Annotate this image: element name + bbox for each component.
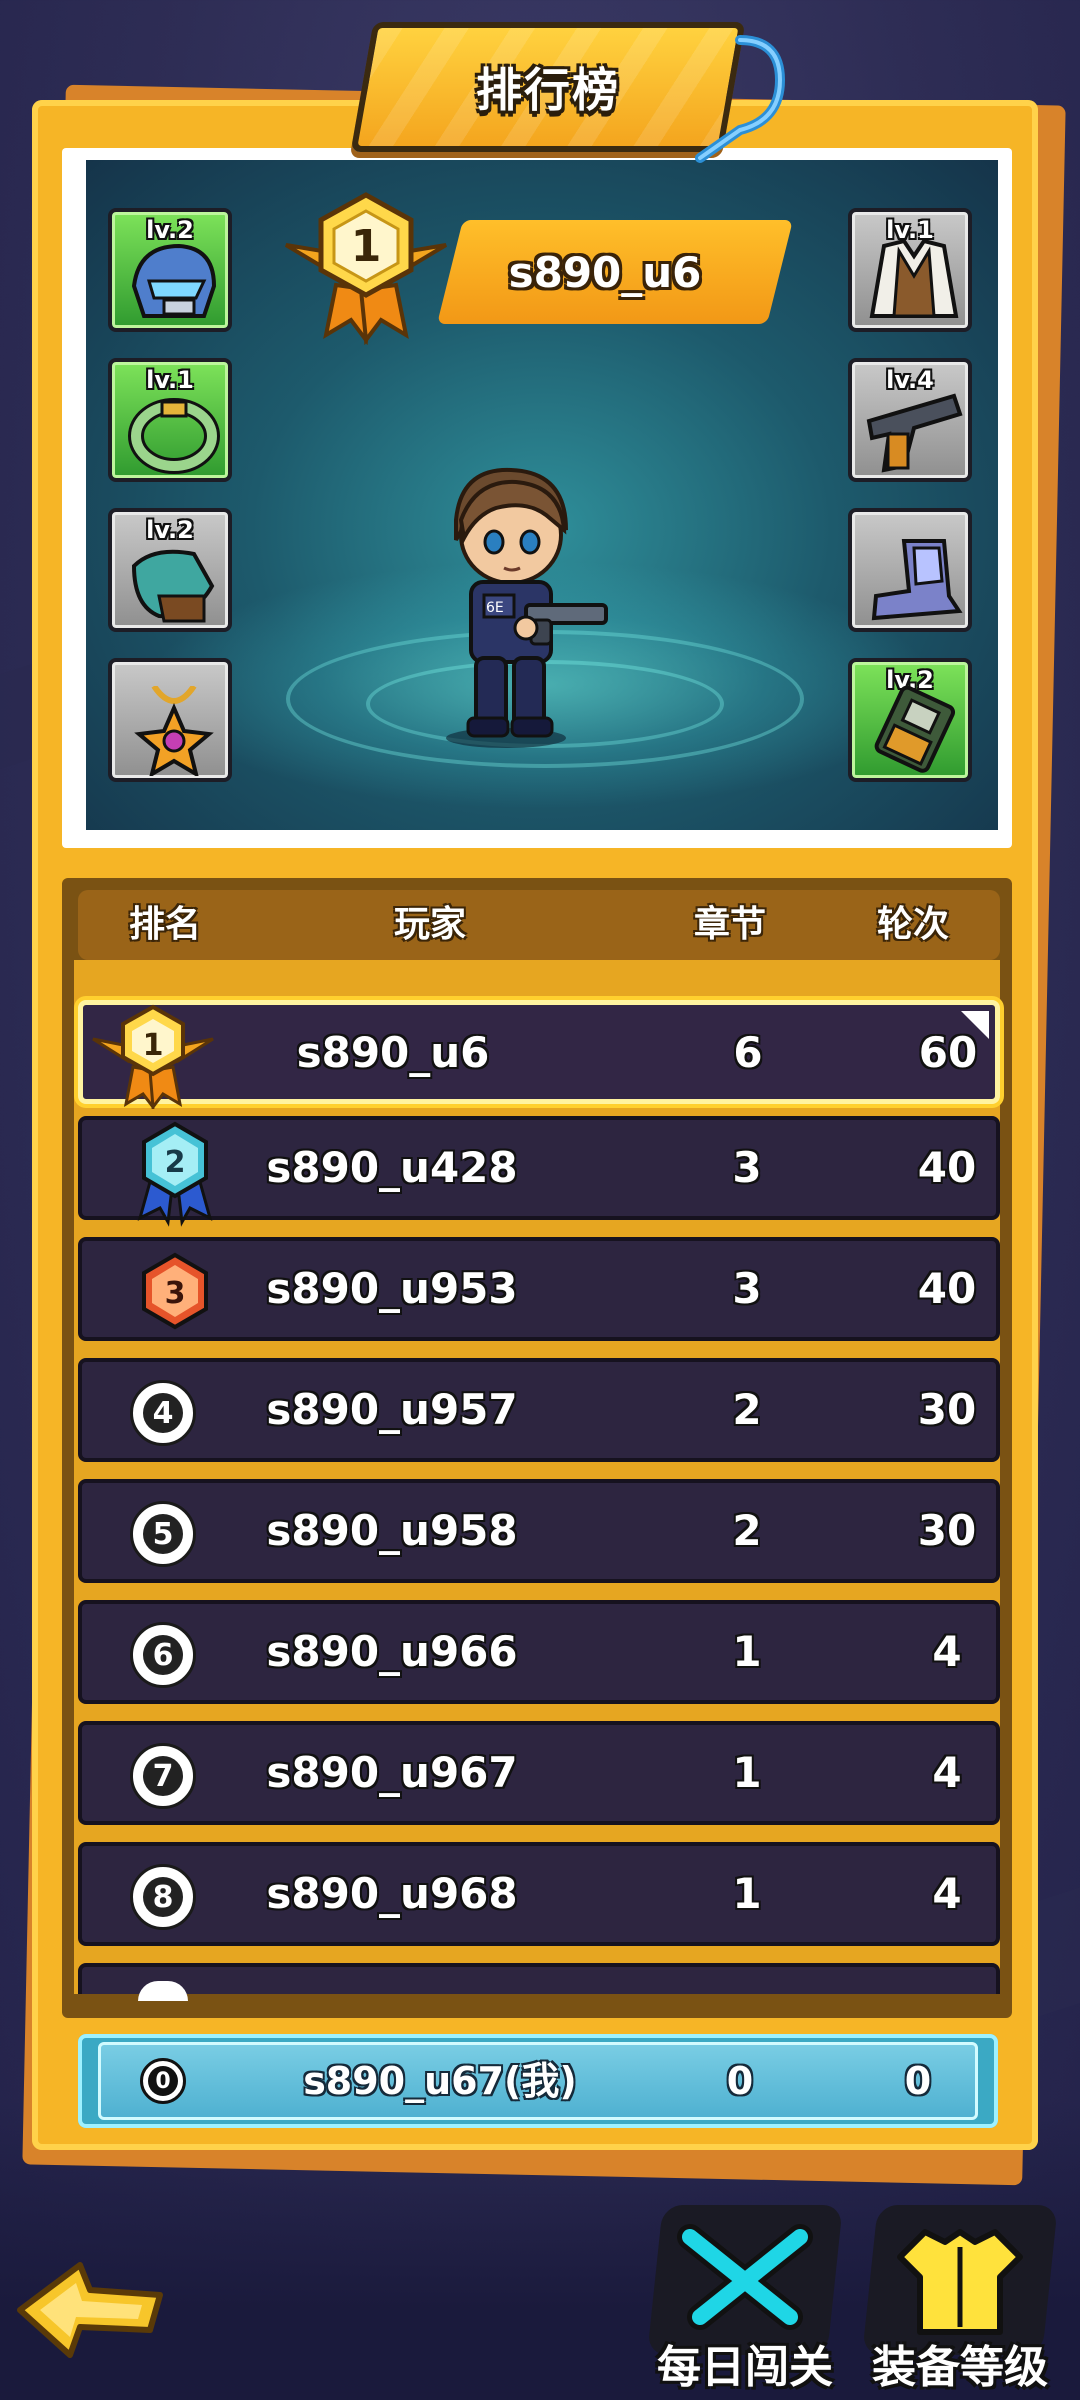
table-row[interactable]: 3 s890_u953 3 40: [78, 1237, 1000, 1341]
player-name: s890_u428: [266, 1143, 518, 1192]
player-name: s890_u953: [266, 1264, 518, 1313]
corner-marker: [961, 1011, 989, 1039]
player-name: s890_u967: [266, 1748, 518, 1797]
round-value: 4: [932, 1748, 962, 1797]
chip-icon: [874, 686, 956, 773]
table-row[interactable]: 5 s890_u958 2 30: [78, 1479, 1000, 1583]
table-row[interactable]: 6 s890_u966 1 4: [78, 1600, 1000, 1704]
equip-slot-ring[interactable]: lv.1: [108, 358, 232, 482]
armor-icon: [897, 2229, 1023, 2335]
rank-circle: 5: [130, 1501, 196, 1567]
chapter-value: 3: [732, 1143, 762, 1192]
chapter-value: 2: [732, 1506, 762, 1555]
chapter-value: 6: [733, 1028, 763, 1077]
rank-circle: 8: [130, 1864, 196, 1930]
chapter-value: 1: [732, 1627, 762, 1676]
header-round: 轮次: [876, 904, 949, 945]
chapter-value: 3: [732, 1264, 762, 1313]
daily-challenge-label: 每日闯关: [657, 2342, 833, 2393]
rank-number: 6: [143, 1635, 183, 1675]
my-round-value: 0: [904, 2059, 932, 2103]
my-player-name: s890_u67(我): [303, 2059, 577, 2103]
round-value: 40: [917, 1264, 977, 1313]
my-rank-circle: 0: [140, 2058, 186, 2104]
player-name: s890_u957: [266, 1385, 518, 1434]
rank-circle: 6: [130, 1622, 196, 1688]
equip-slot-boots[interactable]: [848, 508, 972, 632]
round-value: 30: [917, 1385, 977, 1434]
pistol-icon: [866, 393, 963, 473]
equip-slot-chip[interactable]: lv.2: [848, 658, 972, 782]
helmet-icon: [131, 243, 217, 318]
rank-number: 2: [165, 1145, 186, 1180]
amulet-icon: [134, 686, 214, 776]
boots-icon: [871, 539, 963, 621]
chapter-value: 1: [732, 1748, 762, 1797]
player-name: s890_u958: [266, 1506, 518, 1555]
daily-challenge-button[interactable]: 每日闯关: [645, 2205, 845, 2395]
rank-number: 8: [143, 1877, 183, 1917]
top-player-name: s890_u6: [508, 247, 702, 297]
ring-icon: [128, 398, 220, 474]
top-player-rank: 1: [351, 221, 382, 272]
rank-number: 5: [143, 1514, 183, 1554]
rank-number: 7: [143, 1756, 183, 1796]
round-value: 40: [917, 1143, 977, 1192]
equip-level-button[interactable]: 装备等级: [860, 2205, 1060, 2395]
header-player: 玩家: [393, 904, 466, 945]
gloves-icon: [131, 549, 215, 623]
header-rank: 排名: [128, 904, 201, 945]
rank-number: 4: [143, 1393, 183, 1433]
table-row[interactable]: [78, 1963, 1000, 2001]
player-name: s890_u6: [296, 1028, 490, 1077]
crossed-swords-icon: [677, 2224, 813, 2330]
table-row[interactable]: 8 s890_u968 1 4: [78, 1842, 1000, 1946]
round-value: 4: [932, 1627, 962, 1676]
page-title: 排行榜: [476, 63, 620, 117]
svg-text:6E: 6E: [486, 600, 504, 616]
table-row[interactable]: 7 s890_u967 1 4: [78, 1721, 1000, 1825]
rank-circle: 4: [130, 1380, 196, 1446]
equip-slot-vest[interactable]: lv.1: [848, 208, 972, 332]
rank-circle: [138, 1981, 188, 2001]
rank-circle: 7: [130, 1743, 196, 1809]
table-row[interactable]: 4 s890_u957 2 30: [78, 1358, 1000, 1462]
gold-medal-icon: 1: [92, 1004, 214, 1109]
player-name: s890_u966: [266, 1627, 518, 1676]
character-icon: 6E: [446, 467, 608, 748]
clip-icon: [695, 35, 786, 163]
equip-slot-pistol[interactable]: lv.4: [848, 358, 972, 482]
my-rank-number: 0: [148, 2066, 178, 2096]
back-arrow-icon[interactable]: [10, 2255, 170, 2365]
gold-medal-icon: 1: [284, 192, 448, 345]
round-value: 30: [917, 1506, 977, 1555]
round-value: 4: [932, 1869, 962, 1918]
table-row[interactable]: 2 s890_u428 3 40: [78, 1116, 1000, 1227]
table-row[interactable]: 1 s890_u6 6 60: [78, 1000, 1000, 1109]
header-chapter: 章节: [693, 904, 766, 945]
equip-slot-helmet[interactable]: lv.2: [108, 208, 232, 332]
player-name: s890_u968: [266, 1869, 518, 1918]
my-chapter-value: 0: [726, 2059, 754, 2103]
vest-icon: [869, 238, 959, 318]
chapter-value: 2: [732, 1385, 762, 1434]
equip-slot-gloves[interactable]: lv.2: [108, 508, 232, 632]
equip-level-label: 装备等级: [872, 2342, 1048, 2393]
equip-slot-amulet[interactable]: [108, 658, 232, 782]
chapter-value: 1: [732, 1869, 762, 1918]
rank-number: 1: [143, 1028, 164, 1063]
rank-number: 3: [165, 1276, 186, 1311]
